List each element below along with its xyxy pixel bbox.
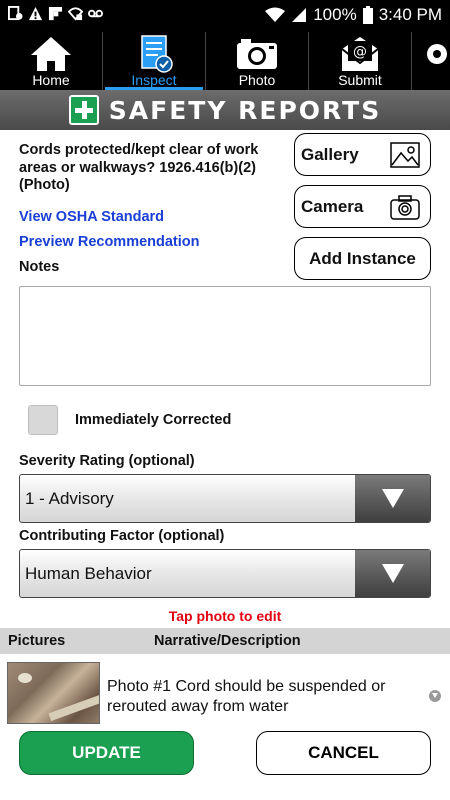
view-osha-standard-link[interactable]: View OSHA Standard [19, 209, 164, 225]
nav-item-home[interactable]: Home [0, 32, 103, 90]
camera-button-label: Camera [301, 196, 364, 216]
table-row[interactable]: Photo #1 Cord should be suspended or rer… [0, 658, 450, 728]
dropdown-arrow-icon[interactable] [355, 550, 430, 597]
severity-rating-label: Severity Rating (optional) [19, 453, 195, 469]
status-right: 100% 3:40 PM [265, 5, 442, 25]
wifi-icon [265, 7, 286, 22]
voicemail-icon [88, 9, 103, 18]
preview-recommendation-link[interactable]: Preview Recommendation [19, 234, 200, 250]
update-button[interactable]: UPDATE [19, 731, 194, 775]
camera-icon [390, 195, 420, 220]
add-instance-label: Add Instance [309, 248, 416, 268]
cancel-button[interactable]: CANCEL [256, 731, 431, 775]
camera-icon [237, 39, 277, 69]
svg-text:@: @ [353, 44, 367, 60]
contributing-factor-value: Human Behavior [25, 564, 152, 583]
column-header-narrative: Narrative/Description [154, 633, 301, 649]
nav-item-settings[interactable] [412, 32, 450, 90]
plus-cross-icon [68, 95, 99, 125]
submit-icon: @ [341, 37, 379, 71]
image-icon [390, 142, 420, 168]
status-bar: 100% 3:40 PM [0, 0, 450, 32]
clock: 3:40 PM [378, 5, 442, 24]
page-title: SAFETY REPORTS [108, 95, 382, 125]
battery-percent: 100% [313, 5, 357, 24]
inspect-icon [141, 35, 173, 73]
home-icon [31, 37, 71, 71]
severity-rating-select[interactable]: 1 - Advisory [19, 474, 431, 523]
wifi-lock-icon [68, 7, 83, 21]
status-left-icons [8, 6, 103, 21]
notification-icon [8, 6, 23, 21]
nav-bar: Home Inspect Photo @ Submit [0, 32, 450, 90]
nav-label-submit: Submit [338, 72, 382, 88]
column-header-pictures: Pictures [8, 633, 66, 649]
photo-thumbnail[interactable] [7, 662, 100, 724]
immediately-corrected-label: Immediately Corrected [75, 412, 232, 428]
flipboard-icon [48, 6, 63, 21]
notes-textarea[interactable] [19, 286, 431, 386]
battery-icon [362, 6, 373, 24]
photo-narrative: Photo #1 Cord should be suspended or rer… [107, 678, 386, 715]
pictures-table-header: Pictures Narrative/Description [0, 628, 450, 654]
signal-icon [292, 8, 307, 22]
nav-label-home: Home [32, 72, 70, 88]
tap-photo-hint: Tap photo to edit [168, 608, 282, 624]
gallery-button-label: Gallery [301, 144, 359, 164]
dropdown-arrow-icon[interactable] [355, 475, 430, 522]
nav-item-inspect[interactable]: Inspect [103, 32, 206, 90]
severity-rating-value: 1 - Advisory [25, 489, 114, 508]
camera-button[interactable]: Camera [294, 185, 431, 228]
nav-item-submit[interactable]: @ Submit [309, 32, 412, 90]
settings-icon [427, 44, 447, 64]
gallery-button[interactable]: Gallery [294, 133, 431, 176]
nav-label-inspect: Inspect [131, 72, 177, 88]
title-banner: SAFETY REPORTS [0, 90, 450, 130]
nav-item-photo[interactable]: Photo [206, 32, 309, 90]
immediately-corrected-checkbox[interactable] [28, 405, 58, 435]
nav-label-photo: Photo [238, 72, 276, 88]
add-instance-button[interactable]: Add Instance [294, 237, 431, 280]
inspection-question: Cords protected/kept clear of work areas… [19, 142, 259, 193]
contributing-factor-select[interactable]: Human Behavior [19, 549, 431, 598]
warning-icon [28, 6, 43, 21]
chevron-down-icon[interactable] [429, 690, 441, 702]
contributing-factor-label: Contributing Factor (optional) [19, 528, 225, 544]
notes-label: Notes [19, 259, 60, 275]
